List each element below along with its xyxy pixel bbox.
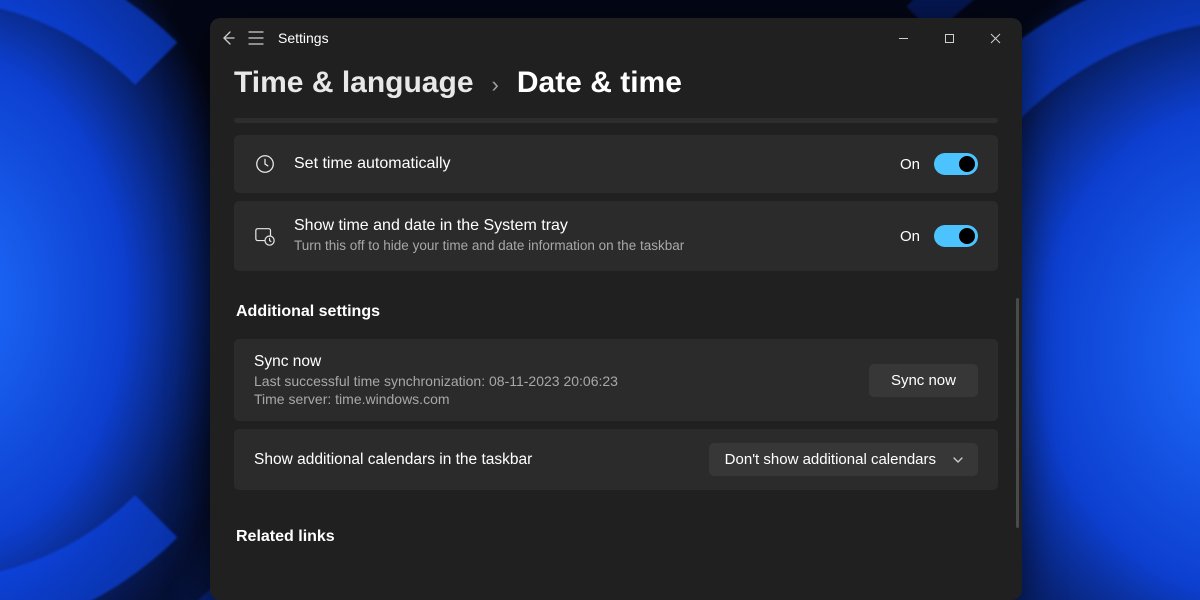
setting-row-set-time-automatically[interactable]: Set time automatically On	[234, 135, 998, 193]
setting-title: Set time automatically	[294, 155, 900, 173]
clock-icon	[254, 153, 276, 175]
setting-title: Show additional calendars in the taskbar	[254, 451, 709, 469]
setting-row-sync-now: Sync now Last successful time synchroniz…	[234, 339, 998, 421]
chevron-down-icon	[952, 454, 964, 466]
setting-row-additional-calendars: Show additional calendars in the taskbar…	[234, 429, 998, 490]
minimize-icon	[898, 33, 909, 44]
hamburger-menu-button[interactable]	[242, 24, 270, 52]
settings-content: Set time automatically On Show time and …	[210, 118, 1022, 556]
breadcrumb-separator-icon: ›	[492, 72, 499, 98]
back-button[interactable]	[214, 24, 242, 52]
app-title: Settings	[278, 30, 329, 46]
toggle-state-label: On	[900, 156, 920, 173]
breadcrumb-parent[interactable]: Time & language	[234, 66, 474, 100]
settings-window: Settings Time & language › Date & time S…	[210, 18, 1022, 600]
titlebar: Settings	[210, 18, 1022, 58]
back-arrow-icon	[220, 30, 236, 46]
dropdown-selected-value: Don't show additional calendars	[725, 451, 936, 468]
maximize-icon	[944, 33, 955, 44]
taskbar-clock-icon	[254, 225, 276, 247]
additional-calendars-dropdown[interactable]: Don't show additional calendars	[709, 443, 978, 476]
setting-subtitle: Turn this off to hide your time and date…	[294, 237, 900, 255]
scrollbar-thumb[interactable]	[1016, 298, 1019, 528]
breadcrumb: Time & language › Date & time	[210, 58, 1022, 118]
hamburger-icon	[248, 31, 264, 45]
toggle-system-tray-clock[interactable]	[934, 225, 978, 247]
section-heading-related-links: Related links	[234, 498, 998, 556]
minimize-button[interactable]	[880, 22, 926, 54]
breadcrumb-current: Date & time	[517, 66, 682, 100]
sync-time-server: Time server: time.windows.com	[254, 391, 869, 407]
section-heading-additional-settings: Additional settings	[234, 279, 998, 331]
maximize-button[interactable]	[926, 22, 972, 54]
close-button[interactable]	[972, 22, 1018, 54]
sync-now-button[interactable]: Sync now	[869, 364, 978, 397]
previous-card-edge	[234, 118, 998, 123]
setting-title: Show time and date in the System tray	[294, 217, 900, 235]
toggle-set-time-automatically[interactable]	[934, 153, 978, 175]
sync-title: Sync now	[254, 353, 869, 371]
sync-last-success: Last successful time synchronization: 08…	[254, 373, 869, 389]
close-icon	[990, 33, 1001, 44]
toggle-state-label: On	[900, 228, 920, 245]
setting-row-system-tray-clock[interactable]: Show time and date in the System tray Tu…	[234, 201, 998, 271]
